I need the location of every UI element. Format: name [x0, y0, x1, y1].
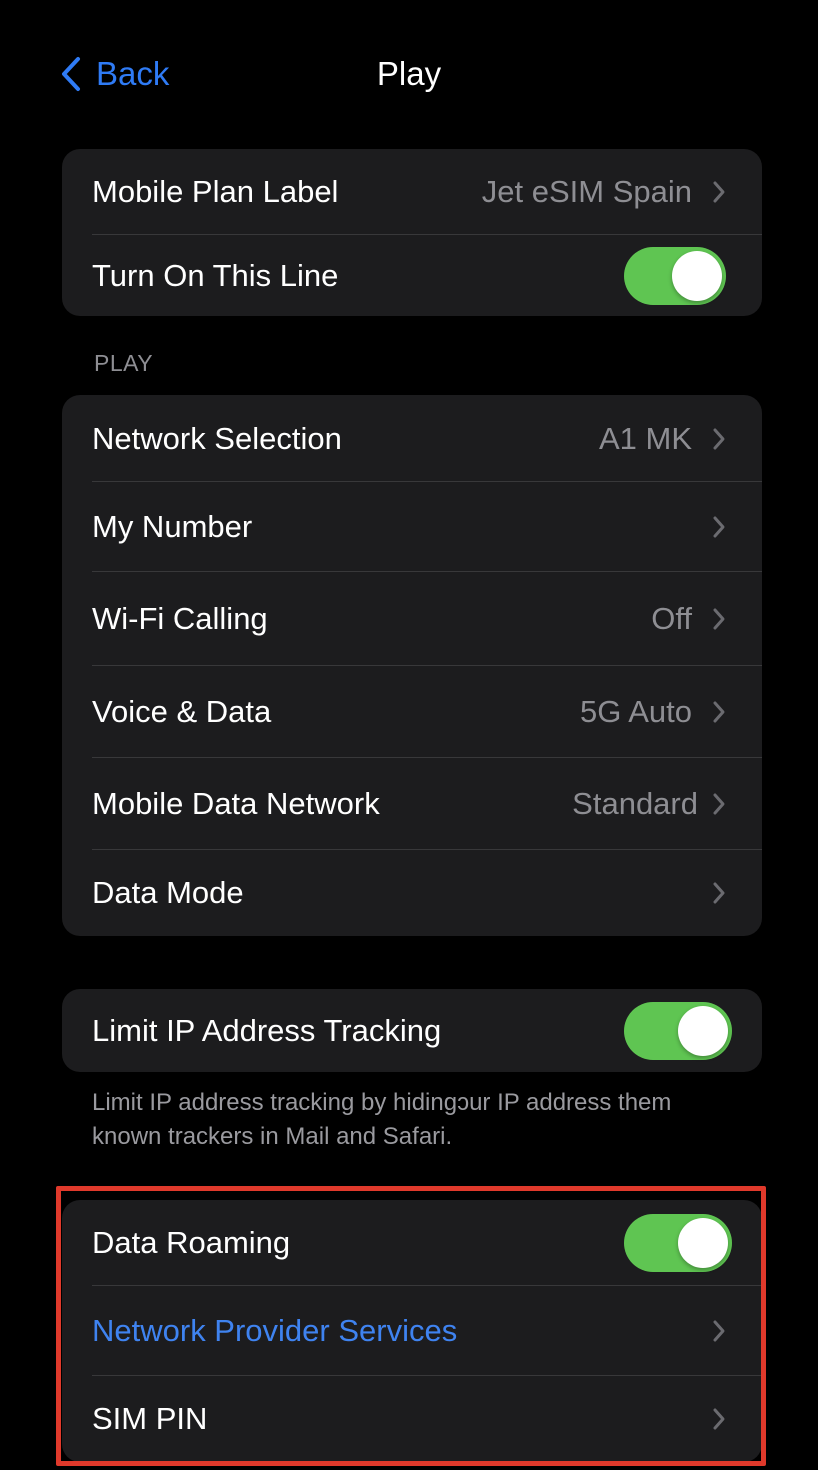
ip-tracking-footer-note: Limit IP address tracking by hidingɔur I… [92, 1089, 672, 1150]
row-label: Turn On This Line [92, 257, 339, 293]
row-value: Jet eSIM Spain [481, 174, 692, 209]
mobile-data-network-row[interactable]: Mobile Data Network Standard [62, 758, 762, 850]
row-label: Wi-Fi Calling [92, 601, 268, 636]
toggle-knob [678, 1005, 728, 1056]
ip-tracking-group: Limit IP Address Tracking [62, 989, 762, 1072]
data-roaming-row: Data Roaming [62, 1200, 762, 1286]
chevron-right-icon [713, 608, 725, 630]
row-value: 5G Auto [579, 694, 692, 729]
navigation-bar: Back Play [0, 0, 818, 150]
mobile-plan-label-row[interactable]: Mobile Plan Label Jet eSIM Spain [62, 149, 762, 235]
toggle-knob [678, 1218, 728, 1268]
row-value: A1 MK [598, 420, 692, 456]
my-number-row[interactable]: My Number [62, 482, 762, 572]
row-label: My Number [92, 509, 253, 544]
row-label: SIM PIN [92, 1401, 208, 1436]
network-provider-services-row[interactable]: Network Provider Services [62, 1286, 762, 1376]
turn-on-line-toggle[interactable] [624, 246, 726, 305]
row-value: Off [651, 601, 692, 636]
section-header: PLAY [94, 350, 154, 376]
row-label: Mobile Data Network [92, 786, 380, 821]
line-settings-group: Mobile Plan Label Jet eSIM Spain Turn On… [62, 149, 762, 316]
chevron-right-icon [713, 793, 725, 815]
turn-on-line-row: Turn On This Line [62, 235, 762, 316]
voice-data-row[interactable]: Voice & Data 5G Auto [62, 666, 762, 758]
row-label: Data Mode [92, 875, 244, 910]
row-label: Network Selection [92, 420, 342, 456]
row-label: Data Roaming [92, 1225, 291, 1260]
limit-ip-tracking-toggle[interactable] [624, 1001, 732, 1060]
network-selection-row[interactable]: Network Selection A1 MK [62, 395, 762, 482]
chevron-right-icon [713, 1320, 725, 1342]
chevron-right-icon [713, 181, 725, 203]
toggle-knob [672, 250, 722, 301]
chevron-right-icon [713, 428, 725, 449]
chevron-right-icon [713, 701, 725, 723]
row-label: Limit IP Address Tracking [92, 1012, 442, 1048]
wifi-calling-row[interactable]: Wi-Fi Calling Off [62, 572, 762, 666]
chevron-right-icon [713, 882, 725, 904]
row-label: Voice & Data [92, 694, 272, 729]
chevron-right-icon [713, 516, 725, 538]
play-settings-group: Network Selection A1 MK My Number Wi-Fi … [62, 395, 762, 936]
row-label: Network Provider Services [92, 1313, 458, 1348]
row-value: Standard [572, 786, 698, 821]
chevron-right-icon [713, 1408, 725, 1430]
data-mode-row[interactable]: Data Mode [62, 850, 762, 936]
limit-ip-tracking-row: Limit IP Address Tracking [62, 989, 762, 1072]
data-roaming-toggle[interactable] [624, 1214, 732, 1272]
page-title: Play [376, 55, 442, 92]
roaming-group: Data Roaming Network Provider Services S… [62, 1200, 762, 1462]
row-label: Mobile Plan Label [92, 174, 339, 209]
sim-pin-row[interactable]: SIM PIN [62, 1376, 762, 1462]
